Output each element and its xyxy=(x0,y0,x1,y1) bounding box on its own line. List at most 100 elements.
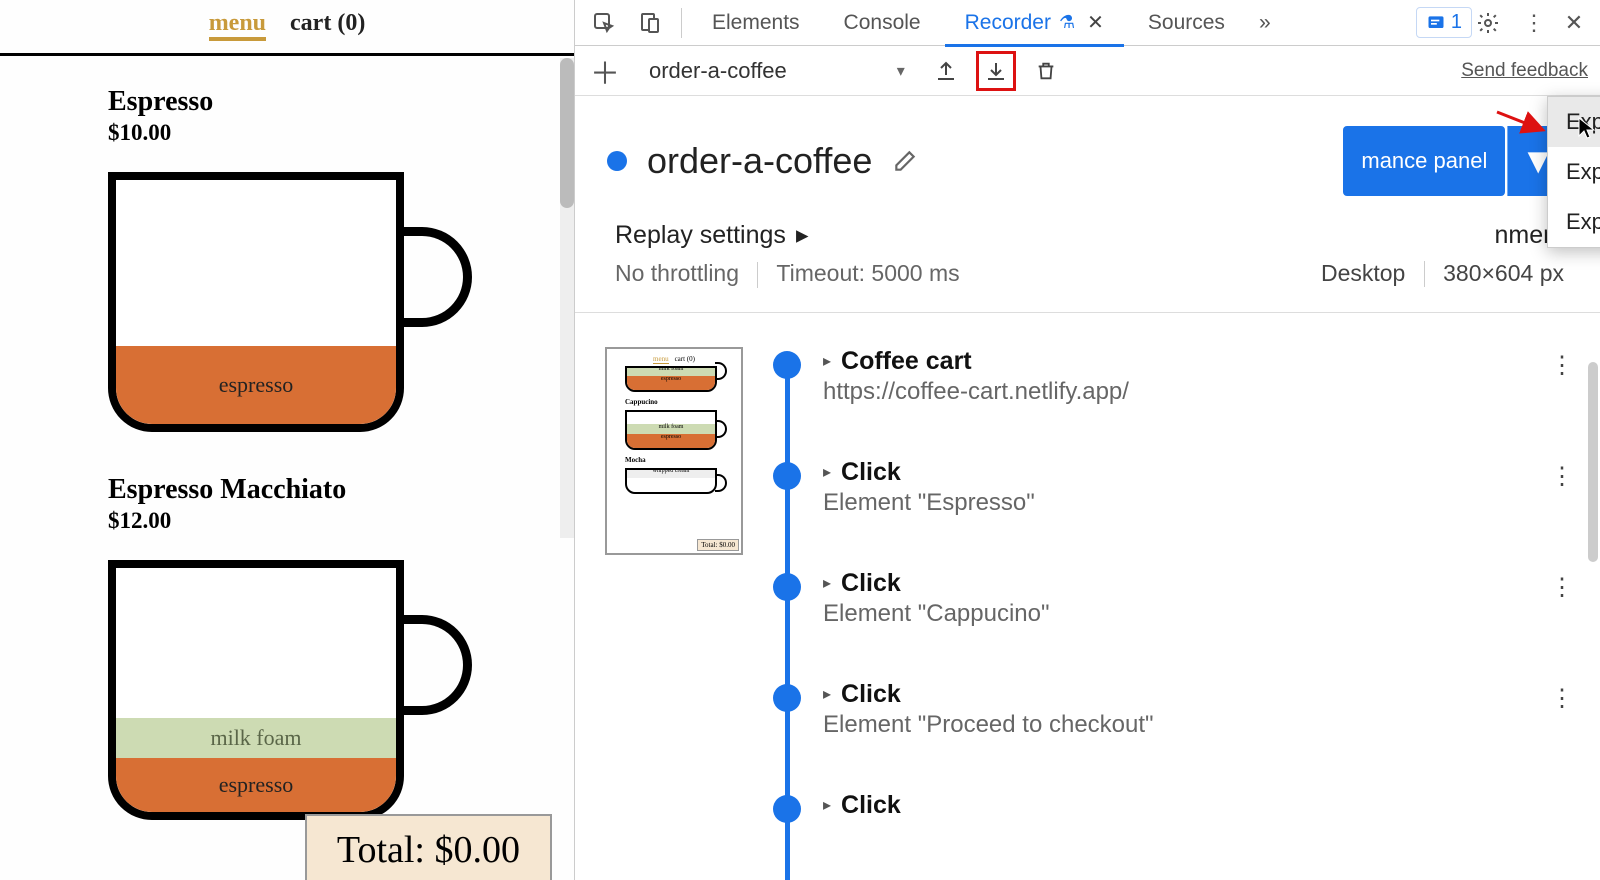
performance-panel-button[interactable]: mance panel xyxy=(1343,126,1505,196)
tab-recorder[interactable]: Recorder ⚗ ✕ xyxy=(945,0,1124,46)
step-click-checkout[interactable]: ▸Click Element "Proceed to checkout" ⋮ xyxy=(773,680,1570,739)
recorder-toolbar: ＋ order-a-coffee ▾ Send feedback xyxy=(575,46,1600,96)
tab-sources[interactable]: Sources xyxy=(1128,0,1245,46)
export-json-item[interactable]: Export as a JSON file xyxy=(1548,97,1600,147)
chevron-right-icon: ▸ xyxy=(823,795,831,815)
export-dropdown: Export as a JSON file Export as a @puppe… xyxy=(1547,96,1600,248)
total-tooltip[interactable]: Total: $0.00 xyxy=(305,814,552,880)
replay-settings-toggle[interactable]: Replay settings ▸ xyxy=(615,220,960,250)
recording-select[interactable]: order-a-coffee ▾ xyxy=(635,54,915,88)
step-dot-icon xyxy=(773,573,801,601)
tab-recorder-label: Recorder xyxy=(965,11,1051,35)
step-click-partial[interactable]: ▸ Click xyxy=(773,791,1570,820)
thumb-product: Mocha xyxy=(625,456,735,464)
steps-timeline: ▸ Coffee cart https://coffee-cart.netlify… xyxy=(773,347,1570,880)
export-puppeteer-item[interactable]: Export as a Puppeteer script xyxy=(1548,197,1600,247)
step-menu-icon[interactable]: ⋮ xyxy=(1550,351,1574,380)
layer-espresso: espresso xyxy=(116,758,396,812)
step-title: Click xyxy=(841,569,901,598)
thumb-esp: espresso xyxy=(627,434,715,448)
timeout-value: Timeout: 5000 ms xyxy=(776,260,959,286)
env-device: Desktop xyxy=(1321,260,1405,286)
step-dot-icon xyxy=(773,684,801,712)
nav-link-cart[interactable]: cart (0) xyxy=(290,10,365,41)
step-click-cappucino[interactable]: ▸Click Element "Cappucino" ⋮ xyxy=(773,569,1570,628)
step-title: Click xyxy=(841,791,901,820)
recording-select-label: order-a-coffee xyxy=(649,58,787,84)
step-navigate[interactable]: ▸Coffee cart https://coffee-cart.netlify… xyxy=(773,347,1570,406)
env-size: 380×604 px xyxy=(1443,260,1564,286)
send-feedback-link[interactable]: Send feedback xyxy=(1461,60,1588,82)
step-click-espresso[interactable]: ▸Click Element "Espresso" ⋮ xyxy=(773,458,1570,517)
issues-icon xyxy=(1426,13,1446,33)
product-macchiato: Espresso Macchiato $12.00 milk foam espr… xyxy=(108,474,574,820)
delete-button[interactable] xyxy=(1027,52,1065,90)
site-nav: menu cart (0) xyxy=(0,4,574,43)
close-devtools-icon[interactable]: ✕ xyxy=(1556,10,1592,36)
replay-settings-label: Replay settings xyxy=(615,221,786,250)
step-dot-icon xyxy=(773,462,801,490)
tab-elements[interactable]: Elements xyxy=(692,0,820,46)
steps-area: menucart (0) Espresso milk foamespresso … xyxy=(575,312,1600,880)
environment-summary: Desktop 380×604 px xyxy=(1321,260,1564,288)
devtools-panel: Elements Console Recorder ⚗ ✕ Sources » … xyxy=(575,0,1600,880)
product-espresso: Espresso $10.00 espresso xyxy=(108,86,574,432)
import-button[interactable] xyxy=(927,52,965,90)
chevron-right-icon: ▸ xyxy=(823,684,831,704)
step-title: Click xyxy=(841,680,901,709)
thumb-foam: milk foam xyxy=(627,366,715,376)
thumb-nav-cart: cart (0) xyxy=(675,355,695,364)
cup-handle-icon xyxy=(400,227,472,327)
steps-scrollbar[interactable] xyxy=(1588,362,1598,880)
thumb-esp: espresso xyxy=(627,376,715,390)
step-menu-icon[interactable]: ⋮ xyxy=(1550,573,1574,602)
chevron-right-icon: ▸ xyxy=(823,573,831,593)
recording-status-dot-icon xyxy=(607,151,627,171)
tab-more[interactable]: » xyxy=(1249,0,1281,46)
inspect-element-icon[interactable] xyxy=(583,0,625,46)
settings-gear-icon[interactable] xyxy=(1476,11,1512,35)
close-tab-icon[interactable]: ✕ xyxy=(1087,10,1104,35)
cup-macchiato[interactable]: milk foam espresso xyxy=(108,560,574,820)
step-sub: Element "Cappucino" xyxy=(823,600,1570,628)
step-sub: https://coffee-cart.netlify.app/ xyxy=(823,378,1570,406)
divider xyxy=(681,8,682,38)
product-name: Espresso Macchiato xyxy=(108,474,574,506)
nav-link-menu[interactable]: menu xyxy=(209,10,266,41)
divider xyxy=(757,262,758,288)
product-price: $10.00 xyxy=(108,120,574,146)
replay-settings-summary: No throttling Timeout: 5000 ms xyxy=(615,260,960,288)
new-recording-button[interactable]: ＋ xyxy=(587,49,623,93)
thumb-product: Cappucino xyxy=(625,398,735,406)
recording-title: order-a-coffee xyxy=(647,140,872,182)
step-sub: Element "Proceed to checkout" xyxy=(823,711,1570,739)
website-preview: menu cart (0) Espresso $10.00 espresso E… xyxy=(0,0,575,880)
cup-handle-icon xyxy=(400,615,472,715)
step-menu-icon[interactable]: ⋮ xyxy=(1550,684,1574,713)
issues-badge[interactable]: 1 xyxy=(1416,7,1472,38)
performance-panel-button-group: mance panel ▼ xyxy=(1343,126,1568,196)
export-replay-item[interactable]: Export as a @puppeteer/replay script xyxy=(1548,147,1600,197)
tab-console[interactable]: Console xyxy=(824,0,941,46)
product-price: $12.00 xyxy=(108,508,574,534)
devtools-menu-icon[interactable]: ⋮ xyxy=(1516,10,1552,36)
screenshot-thumbnail[interactable]: menucart (0) Espresso milk foamespresso … xyxy=(605,347,743,555)
edit-title-icon[interactable] xyxy=(892,148,918,174)
step-menu-icon[interactable]: ⋮ xyxy=(1550,462,1574,491)
step-sub: Element "Espresso" xyxy=(823,489,1570,517)
cup-espresso[interactable]: espresso xyxy=(108,172,574,432)
chevron-right-icon: ▸ xyxy=(823,462,831,482)
layer-milk-foam: milk foam xyxy=(116,718,396,758)
step-title: Coffee cart xyxy=(841,347,972,376)
recording-title-row: order-a-coffee mance panel ▼ xyxy=(575,96,1600,206)
steps-scrollbar-thumb[interactable] xyxy=(1588,362,1598,562)
export-button[interactable] xyxy=(977,52,1015,90)
step-dot-icon xyxy=(773,795,801,823)
thumb-total: Total: $0.00 xyxy=(697,539,739,551)
thumb-cream: whipped cream xyxy=(627,468,715,478)
step-dot-icon xyxy=(773,351,801,379)
chevron-down-icon: ▾ xyxy=(897,61,905,81)
device-toggle-icon[interactable] xyxy=(629,0,671,46)
site-body: Espresso $10.00 espresso Espresso Macchi… xyxy=(0,56,574,872)
product-name: Espresso xyxy=(108,86,574,118)
